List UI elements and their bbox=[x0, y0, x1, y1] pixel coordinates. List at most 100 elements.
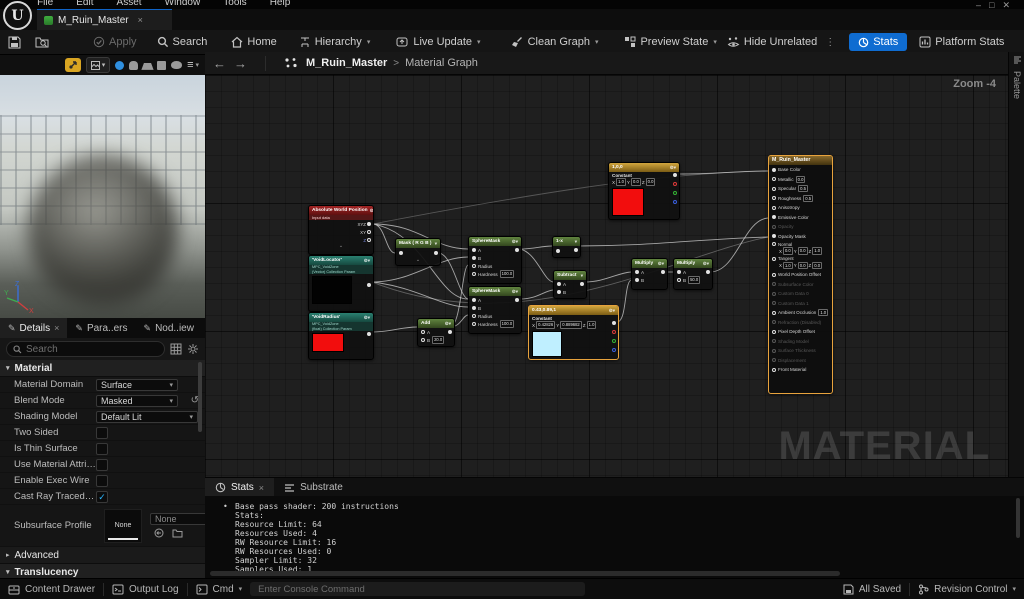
live-update-dropdown[interactable]: Live Update ▾ bbox=[396, 36, 481, 48]
hide-unrelated-button[interactable]: Hide Unrelated bbox=[727, 36, 817, 48]
search-button[interactable]: Search bbox=[157, 36, 207, 48]
node-expand-chevron[interactable]: ⌄ bbox=[396, 258, 440, 263]
pin-dot[interactable] bbox=[515, 297, 519, 302]
pin-dot[interactable] bbox=[772, 177, 776, 182]
pin-dot[interactable] bbox=[472, 264, 476, 268]
preview-mesh-icon[interactable] bbox=[171, 61, 183, 69]
stats-horizontal-scrollbar[interactable] bbox=[210, 571, 840, 576]
two-sided-checkbox[interactable] bbox=[96, 426, 108, 439]
pin-dot-b[interactable] bbox=[673, 200, 677, 204]
section-advanced[interactable]: ▸ Advanced bbox=[0, 547, 205, 564]
breadcrumb-asset[interactable]: M_Ruin_Master bbox=[306, 57, 387, 69]
subsurface-profile-select[interactable]: None▾ bbox=[150, 513, 205, 525]
breadcrumb-graph[interactable]: Material Graph bbox=[405, 57, 478, 69]
tab-stats[interactable]: Stats × bbox=[205, 478, 275, 497]
subsurface-profile-thumbnail[interactable]: None bbox=[104, 508, 142, 543]
preview-state-dropdown[interactable]: Preview State ▾ bbox=[624, 36, 717, 48]
pin-dot[interactable] bbox=[472, 248, 476, 252]
pin-dot[interactable] bbox=[677, 270, 681, 274]
browse-to-asset-icon[interactable] bbox=[35, 36, 49, 48]
tab-node-preview[interactable]: ✎ Nod..iew bbox=[136, 318, 202, 338]
pin-dot[interactable] bbox=[557, 282, 561, 286]
pin-dot[interactable] bbox=[472, 272, 476, 276]
value-box[interactable]: 100.0 bbox=[499, 320, 515, 328]
tab-m-ruin-master[interactable]: M_Ruin_Master × bbox=[37, 9, 172, 30]
tab-close-icon[interactable]: × bbox=[138, 15, 143, 25]
preview-sphere-icon[interactable] bbox=[115, 60, 125, 70]
pin-dot[interactable] bbox=[772, 282, 776, 287]
value-box[interactable]: 1.0 bbox=[616, 178, 626, 186]
pin-dot[interactable] bbox=[677, 278, 681, 282]
browse-asset-icon[interactable] bbox=[172, 528, 183, 538]
cast-ray-traced-shadows-checkbox[interactable]: ✓ bbox=[96, 490, 108, 503]
display-filter-icon[interactable] bbox=[170, 343, 182, 355]
menu-window[interactable]: Window bbox=[165, 0, 201, 8]
pin-dot[interactable] bbox=[556, 248, 560, 253]
value-box[interactable]: 0.889682 bbox=[560, 321, 582, 329]
pin-dot-b[interactable] bbox=[612, 348, 616, 352]
value-box[interactable]: 0.0 bbox=[645, 178, 656, 186]
blend-mode-select[interactable]: Masked ▾ bbox=[96, 394, 178, 407]
pin-dot[interactable] bbox=[772, 310, 776, 315]
pin-dot[interactable] bbox=[635, 278, 639, 282]
pin-dot[interactable] bbox=[515, 247, 519, 252]
node-one-minus[interactable]: 1-x ▾ bbox=[552, 236, 581, 258]
pin-dot[interactable] bbox=[772, 224, 776, 229]
menu-edit[interactable]: Edit bbox=[76, 0, 93, 8]
pin-dot[interactable] bbox=[635, 270, 639, 274]
value-box[interactable]: 0.5 bbox=[798, 185, 808, 193]
forward-arrow-icon[interactable]: → bbox=[234, 56, 247, 71]
apply-button[interactable]: Apply bbox=[93, 36, 137, 48]
pin-dot[interactable] bbox=[472, 298, 476, 302]
pin-dot[interactable] bbox=[557, 290, 561, 294]
pin-dot[interactable] bbox=[472, 306, 476, 310]
node-subtract[interactable]: Subtract ▾ A B bbox=[553, 270, 587, 299]
pin-dot[interactable] bbox=[772, 242, 776, 247]
menu-asset[interactable]: Asset bbox=[117, 0, 142, 8]
pin-dot[interactable] bbox=[448, 329, 452, 334]
preview-cylinder-icon[interactable] bbox=[129, 60, 139, 70]
material-domain-select[interactable]: Surface ▾ bbox=[96, 378, 178, 391]
pin-dot[interactable] bbox=[772, 329, 776, 334]
pin-dot[interactable] bbox=[434, 250, 438, 255]
menu-help[interactable]: Help bbox=[270, 0, 291, 8]
pin-dot[interactable] bbox=[472, 322, 476, 326]
pin-dot[interactable] bbox=[772, 215, 776, 220]
node-mask-rgb[interactable]: Mask ( R G B ) ▾ ⌄ bbox=[395, 238, 441, 266]
node-multiply-1[interactable]: Multiply ⚙▾ A B bbox=[631, 258, 668, 290]
pin-dot[interactable] bbox=[612, 321, 616, 325]
enable-exec-wire-checkbox[interactable] bbox=[96, 474, 108, 487]
content-drawer-button[interactable]: Content Drawer bbox=[8, 584, 95, 595]
pin-dot[interactable] bbox=[772, 186, 776, 191]
material-preview-viewport[interactable]: Z Y X bbox=[0, 75, 205, 318]
close-icon[interactable]: ✕ bbox=[1002, 0, 1018, 8]
minimize-icon[interactable]: – bbox=[976, 0, 989, 8]
viewmode-dropdown[interactable]: ▾ bbox=[86, 57, 111, 73]
pin-dot-g[interactable] bbox=[673, 191, 677, 195]
save-icon[interactable] bbox=[8, 36, 21, 49]
details-scrollbar[interactable] bbox=[198, 362, 202, 432]
pin-dot[interactable] bbox=[661, 269, 665, 274]
value-box[interactable]: 0.5 bbox=[803, 194, 814, 202]
pin-dot[interactable] bbox=[472, 256, 476, 260]
use-material-attributes-checkbox[interactable] bbox=[96, 458, 108, 471]
tab-substrate[interactable]: Substrate bbox=[274, 478, 353, 497]
pin-dot[interactable] bbox=[472, 314, 476, 318]
pin-dot[interactable] bbox=[673, 173, 677, 177]
section-material[interactable]: ▾ Material bbox=[0, 360, 205, 377]
tab-details[interactable]: ✎ Details × bbox=[0, 318, 68, 338]
node-absolute-world-position[interactable]: Absolute World Position⚙▾ Input data XYZ… bbox=[308, 205, 374, 255]
pin-dot[interactable] bbox=[367, 221, 371, 226]
pin-dot[interactable] bbox=[706, 269, 710, 274]
pin-dot[interactable] bbox=[772, 196, 776, 201]
node-sphere-mask-1[interactable]: SphereMask ⚙▾ A B Radius Hardness 100.0 bbox=[468, 236, 522, 284]
node-expand-chevron[interactable]: ⌄ bbox=[309, 244, 373, 249]
palette-side-tab[interactable]: Palette bbox=[1008, 52, 1024, 477]
section-translucency[interactable]: ▾ Translucency bbox=[0, 564, 205, 578]
material-graph-canvas[interactable]: Zoom -4 MATERIAL Absolute World Position… bbox=[205, 75, 1008, 477]
shading-model-select[interactable]: Default Lit ▾ bbox=[96, 410, 198, 423]
preview-cube-icon[interactable] bbox=[157, 60, 167, 70]
use-selected-asset-icon[interactable] bbox=[154, 528, 164, 538]
node-multiply-2[interactable]: Multiply ⚙▾ A B 50.0 bbox=[673, 258, 713, 290]
pin-dot[interactable] bbox=[399, 251, 403, 255]
